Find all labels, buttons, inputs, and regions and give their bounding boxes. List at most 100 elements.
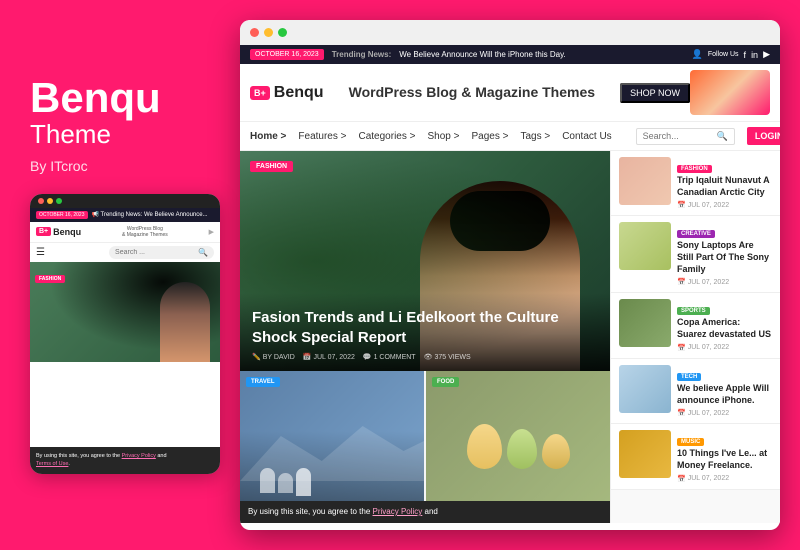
travel-people [260,468,311,496]
sidebar-card-title-0: Trip Iqaluit Nunavut A Canadian Arctic C… [677,175,772,198]
nav-shop[interactable]: Shop > [427,131,459,142]
nav-search-box[interactable]: 🔍 [636,128,735,145]
food-items [426,371,610,501]
brand-title: Benqu [30,77,240,119]
calendar-icon-4: 📅 [677,475,686,483]
articles-column: FASHION Fasion Trends and Li Edelkoort t… [240,151,610,523]
brand-subtitle: Theme [30,119,240,150]
sidebar-card-date-0: 📅 JUL 07, 2022 [677,201,772,209]
mobile-search-bar[interactable]: 🔍 [109,246,214,259]
sidebar-card-title-1: Sony Laptops Are Still Part Of The Sony … [677,240,772,275]
mobile-hero-image: FASHION [30,262,220,362]
cookie-text: By using this site, you agree to the [248,507,373,516]
mobile-logo-icon: B+ [36,227,51,236]
sidebar-card-2[interactable]: SPORTS Copa America: Suarez devastated U… [611,293,780,358]
date-icon: 📅 [303,353,312,361]
hamburger-icon[interactable]: ☰ [36,247,45,258]
browser-dot-red[interactable] [250,28,259,37]
mobile-dot-green [56,198,62,204]
browser-cookie-bar: By using this site, you agree to the Pri… [240,501,610,523]
sidebar-thumb-4 [619,430,671,478]
news-date-badge: OCTOBER 16, 2023 [250,49,324,60]
mobile-header-tagline: WordPress Blog& Magazine Themes [122,226,168,238]
nav-tags[interactable]: Tags > [520,131,550,142]
site-header-center: WordPress Blog & Magazine Themes [324,84,621,101]
sidebar-cat-badge-2: SPORTS [677,307,710,315]
mobile-news-bar: OCTOBER 16, 2023 📢 Trending News: We Bel… [30,208,220,222]
hero-article[interactable]: FASHION Fasion Trends and Li Edelkoort t… [240,151,610,371]
nav-features[interactable]: Features > [298,131,346,142]
privacy-policy-link[interactable]: Privacy Policy [373,507,423,516]
sidebar-cat-badge-3: TECH [677,373,701,381]
author-icon: ✏️ [252,353,261,361]
mobile-cookie-text1: By using this site, you agree to the [36,453,122,459]
sidebar-card-content-3: TECH We believe Apple Will announce iPho… [677,365,772,417]
browser-content: OCTOBER 16, 2023 Trending News: We Belie… [240,45,780,523]
small-article-food[interactable]: FOOD [426,371,610,501]
sidebar-card-4[interactable]: MUSIC 10 Things I've Le... at Money Free… [611,424,780,489]
hero-views: 👁 375 VIEWS [424,353,471,361]
sidebar-card-date-1: 📅 JUL 07, 2022 [677,278,772,286]
nav-contact[interactable]: Contact Us [562,131,611,142]
facebook-icon[interactable]: f [744,50,747,60]
sidebar-card-title-4: 10 Things I've Le... at Money Freelance. [677,448,772,471]
small-article-travel[interactable]: TRAVEL [240,371,424,501]
calendar-icon-2: 📅 [677,344,686,352]
travel-badge: TRAVEL [246,377,280,387]
nav-search-input[interactable] [643,131,713,141]
main-content: FASHION Fasion Trends and Li Edelkoort t… [240,151,780,523]
site-header: B+ Benqu WordPress Blog & Magazine Theme… [240,64,780,122]
sidebar-cat-badge-1: CREATIVE [677,230,715,238]
mobile-mockup: OCTOBER 16, 2023 📢 Trending News: We Bel… [30,194,220,474]
mobile-logo-text: Benqu [53,227,81,237]
youtube-icon[interactable]: ▶ [763,49,770,60]
mobile-privacy-link[interactable]: Privacy Policy [122,453,156,459]
sidebar-card-content-2: SPORTS Copa America: Suarez devastated U… [677,299,772,351]
calendar-icon-3: 📅 [677,409,686,417]
follow-text: Follow Us [708,51,739,58]
by-line: By ITcroc [30,158,240,174]
nav-pages[interactable]: Pages > [471,131,508,142]
mobile-terms-link[interactable]: Terms of Use [36,461,68,467]
sidebar-card-3[interactable]: TECH We believe Apple Will announce iPho… [611,359,780,424]
sidebar-thumb-0 [619,157,671,205]
mobile-news-text: 📢 Trending News: We Believe Announce... [92,211,208,218]
mobile-cookie-bar: By using this site, you agree to the Pri… [30,447,220,474]
news-social-icons: 👤 Follow Us f in ▶ [692,49,770,60]
mobile-nav-bar: ☰ 🔍 [30,243,220,262]
comment-icon: 💬 [363,353,372,361]
sidebar-card-content-1: CREATIVE Sony Laptops Are Still Part Of … [677,222,772,286]
sidebar-card-0[interactable]: FASHION Trip Iqaluit Nunavut A Canadian … [611,151,780,216]
hero-overlay: Fasion Trends and Li Edelkoort the Cultu… [240,293,610,371]
site-logo-name: Benqu [274,84,324,102]
sidebar-card-date-2: 📅 JUL 07, 2022 [677,344,772,352]
mobile-hero-person [160,282,210,362]
shop-now-button[interactable]: SHOP NOW [620,83,690,103]
small-articles-row: TRAVEL [240,371,610,501]
sidebar-cat-badge-4: MUSIC [677,438,704,446]
sidebar-cat-badge-0: FASHION [677,165,712,173]
browser-dot-yellow[interactable] [264,28,273,37]
sidebar-card-1[interactable]: CREATIVE Sony Laptops Are Still Part Of … [611,216,780,293]
hero-meta: ✏️ BY DAVID 📅 JUL 07, 2022 💬 1 COMMENT [252,353,598,361]
browser-dot-green[interactable] [278,28,287,37]
sidebar-card-date-4: 📅 JUL 07, 2022 [677,475,772,483]
site-logo: B+ Benqu [250,84,324,102]
site-logo-badge: B+ [250,86,270,100]
sidebar: FASHION Trip Iqaluit Nunavut A Canadian … [610,151,780,523]
nav-home[interactable]: Home > [250,131,286,142]
calendar-icon-1: 📅 [677,278,686,286]
nav-categories[interactable]: Categories > [359,131,416,142]
login-button[interactable]: LOGIN [747,127,780,145]
browser-mockup: OCTOBER 16, 2023 Trending News: We Belie… [240,20,780,530]
mobile-search-input[interactable] [115,249,195,256]
hero-date: 📅 JUL 07, 2022 [303,353,355,361]
search-icon: 🔍 [717,131,728,142]
site-navigation: Home > Features > Categories > Shop > Pa… [240,122,780,151]
mobile-news-badge: OCTOBER 16, 2023 [36,211,88,219]
mobile-header-icon: ▶ [209,228,214,236]
instagram-icon[interactable]: in [751,50,758,60]
mobile-search-icon: 🔍 [198,248,208,257]
mobile-dot-yellow [47,198,53,204]
news-label: Trending News: [332,50,392,59]
